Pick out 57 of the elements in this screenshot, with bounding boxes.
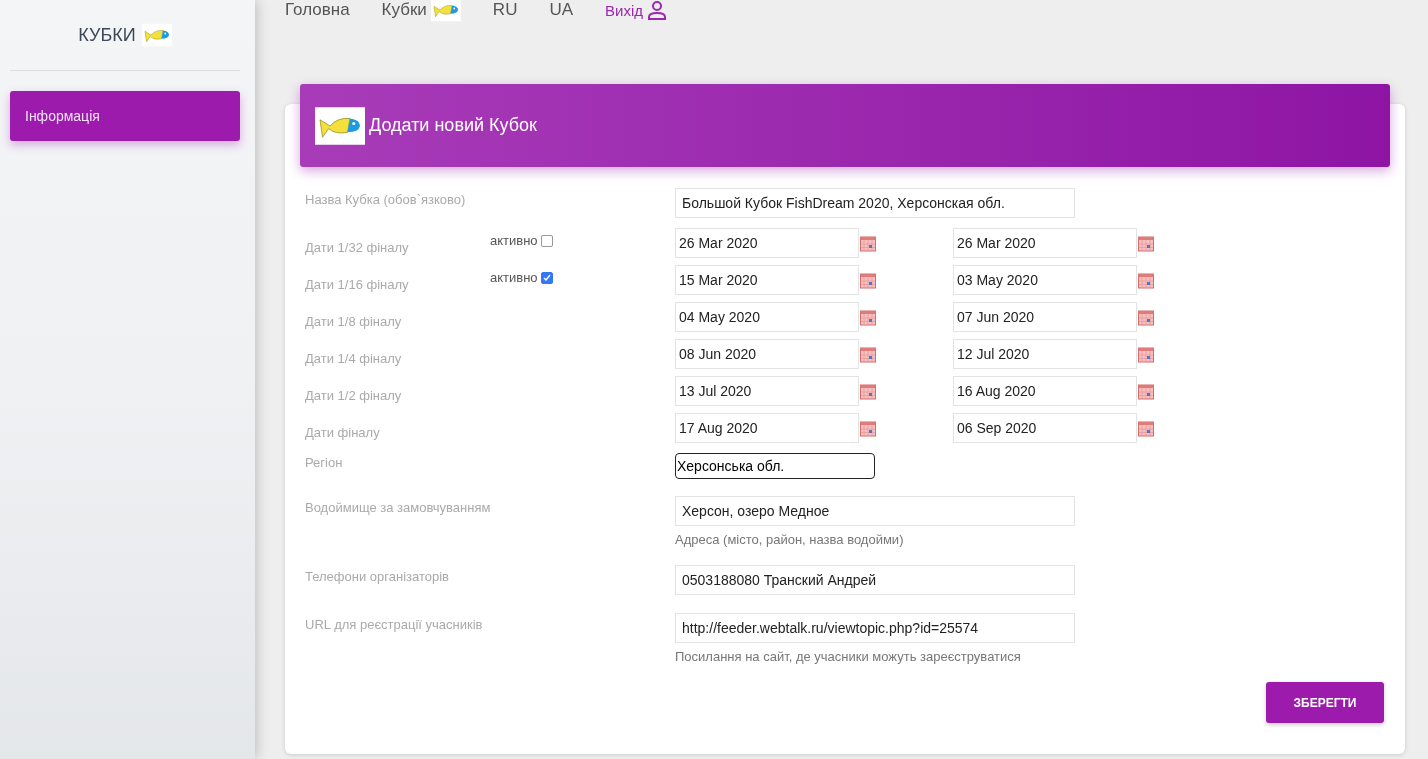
field-label: Дати 1/32 фіналу xyxy=(305,239,410,255)
checkbox-label: активно xyxy=(490,270,538,285)
field-label: Назва Кубка (обов`язково) xyxy=(305,191,467,207)
field-label: Дати 1/8 фіналу xyxy=(305,313,403,329)
calendar-icon[interactable] xyxy=(860,273,876,289)
text-input[interactable]: http://feeder.webtalk.ru/viewtopic.php?id=25574 xyxy=(675,613,1075,643)
nav-link[interactable]: Кубки xyxy=(381,0,461,23)
active-checkbox[interactable] xyxy=(540,271,553,284)
field-label: Дати 1/2 фіналу xyxy=(305,387,403,403)
calendar-icon[interactable] xyxy=(1138,236,1154,252)
region-select[interactable]: Херсонська обл. xyxy=(675,453,875,479)
calendar-icon[interactable] xyxy=(1138,384,1154,400)
sidebar-title: КУБКИ xyxy=(78,24,136,46)
end-date-input[interactable]: 12 Jul 2020 xyxy=(953,339,1137,369)
nav-link[interactable]: UA xyxy=(549,0,574,20)
calendar-icon[interactable] xyxy=(1138,273,1154,289)
calendar-icon[interactable] xyxy=(1138,421,1154,437)
start-date-input[interactable]: 08 Jun 2020 xyxy=(675,339,859,369)
field-label: Регіон xyxy=(305,454,344,470)
field-label: URL для реєстрації учасників xyxy=(305,616,484,632)
sidebar-item[interactable]: Інформація xyxy=(10,91,240,141)
start-date-input[interactable]: 17 Aug 2020 xyxy=(675,413,859,443)
field-label: Дати 1/16 фіналу xyxy=(305,276,410,292)
field-label: Водоймище за замовчуванням xyxy=(305,499,492,515)
calendar-icon[interactable] xyxy=(860,347,876,363)
field-hint: Посилання на сайт, де учасники можуть зареєструватися xyxy=(675,649,1022,664)
fish-logo-icon xyxy=(430,0,461,23)
end-date-input[interactable]: 26 Mar 2020 xyxy=(953,228,1137,258)
save-button[interactable]: ЗБЕРЕГТИ xyxy=(1266,682,1384,723)
calendar-icon[interactable] xyxy=(860,384,876,400)
field-label: Дати фіналу xyxy=(305,424,381,440)
text-input[interactable]: Херсон, озеро Медное xyxy=(675,496,1075,526)
calendar-icon[interactable] xyxy=(1138,347,1154,363)
field-label: Телефони організаторів xyxy=(305,568,450,584)
field-hint: Адреса (місто, район, назва водойми) xyxy=(675,532,905,547)
nav-link[interactable]: RU xyxy=(492,0,518,20)
start-date-input[interactable]: 26 Mar 2020 xyxy=(675,228,859,258)
nav-link[interactable]: Головна xyxy=(285,0,350,20)
calendar-icon[interactable] xyxy=(860,236,876,252)
user-icon xyxy=(647,0,667,20)
start-date-input[interactable]: 13 Jul 2020 xyxy=(675,376,859,406)
start-date-input[interactable]: 04 May 2020 xyxy=(675,302,859,332)
text-input[interactable]: 0503188080 Транский Андрей xyxy=(675,565,1075,595)
card-title: Додати новий Кубок xyxy=(369,115,537,136)
calendar-icon[interactable] xyxy=(1138,310,1154,326)
cup-name-input[interactable]: Большой Кубок FishDream 2020, Херсонская обл. xyxy=(675,188,1075,218)
end-date-input[interactable]: 03 May 2020 xyxy=(953,265,1137,295)
end-date-input[interactable]: 07 Jun 2020 xyxy=(953,302,1137,332)
field-label: Дати 1/4 фіналу xyxy=(305,350,403,366)
end-date-input[interactable]: 06 Sep 2020 xyxy=(953,413,1137,443)
start-date-input[interactable]: 15 Mar 2020 xyxy=(675,265,859,295)
active-checkbox[interactable] xyxy=(540,234,553,247)
end-date-input[interactable]: 16 Aug 2020 xyxy=(953,376,1137,406)
checkbox-label: активно xyxy=(490,233,538,248)
logout-link[interactable]: Вихід xyxy=(605,0,667,20)
calendar-icon[interactable] xyxy=(860,421,876,437)
calendar-icon[interactable] xyxy=(860,310,876,326)
